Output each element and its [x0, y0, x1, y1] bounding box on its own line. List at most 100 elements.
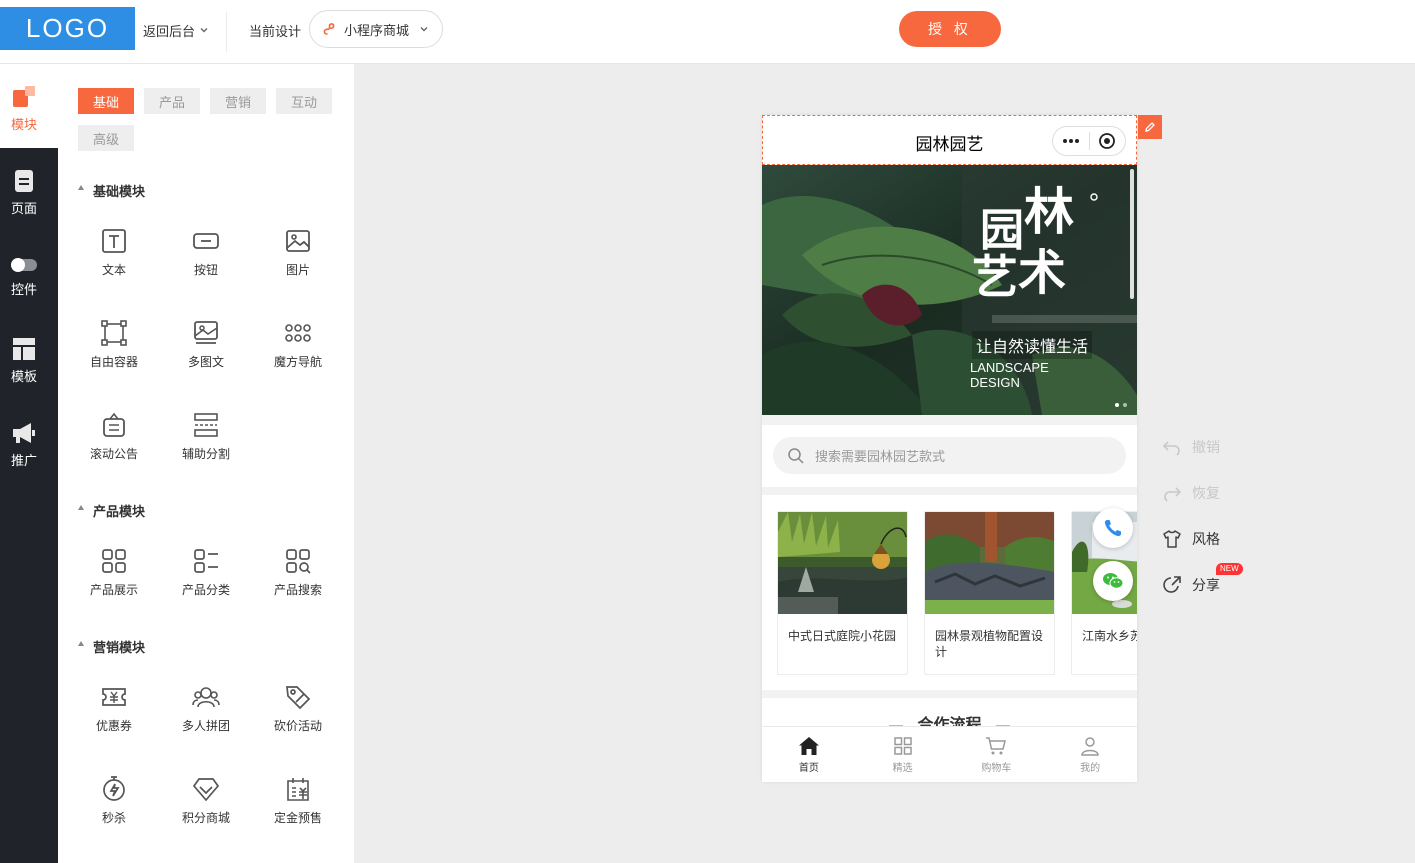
- cube-nav-icon: [285, 324, 311, 342]
- free-container-icon: [101, 320, 127, 346]
- product-search-icon: [286, 549, 311, 574]
- carousel-dot[interactable]: [1115, 403, 1119, 407]
- module-points-mall[interactable]: 积分商城: [169, 775, 243, 845]
- nav-item-page[interactable]: 页面: [0, 160, 48, 226]
- nav-item-promotion[interactable]: 推广: [0, 412, 48, 478]
- tab-mine[interactable]: 我的: [1043, 727, 1137, 782]
- design-select-value: 小程序商城: [344, 23, 410, 39]
- tab-interaction[interactable]: 互动: [276, 88, 332, 114]
- banner-scrollbar[interactable]: [1130, 169, 1134, 299]
- tab-label: 首页: [798, 762, 819, 774]
- module-image[interactable]: 图片: [261, 227, 335, 297]
- bargain-tag-icon: [286, 686, 311, 710]
- nav-item-template[interactable]: 模板: [0, 328, 48, 394]
- module-label: 砍价活动: [273, 719, 322, 733]
- carousel-dots[interactable]: [1115, 403, 1127, 407]
- cart-icon: [986, 736, 1007, 754]
- section-title-product[interactable]: 产品模块: [78, 501, 145, 520]
- tshirt-icon: [1163, 530, 1181, 548]
- module-label: 文本: [101, 263, 126, 277]
- module-label: 产品分类: [181, 583, 230, 597]
- module-free-container[interactable]: 自由容器: [77, 319, 151, 389]
- close-target-icon[interactable]: [1090, 127, 1126, 155]
- section-title-basic[interactable]: 基础模块: [78, 181, 145, 200]
- module-divider[interactable]: 辅助分割: [169, 411, 243, 481]
- undo-label: 撤销: [1192, 440, 1220, 456]
- search-input[interactable]: 搜索需要园林园艺款式: [773, 437, 1126, 474]
- module-label: 按钮: [193, 263, 218, 277]
- nav-item-control[interactable]: 控件: [0, 244, 48, 310]
- banner-carousel[interactable]: 园 林 艺 术 让自然读懂生活 LANDSCAPE DESIGN: [762, 165, 1137, 415]
- tab-marketing[interactable]: 营销: [210, 88, 266, 114]
- design-select[interactable]: 小程序商城: [309, 10, 443, 48]
- diamond-icon: [192, 778, 220, 802]
- tab-cart[interactable]: 购物车: [950, 727, 1044, 782]
- module-group-buy[interactable]: 多人拼团: [169, 683, 243, 753]
- carousel-dot[interactable]: [1123, 403, 1127, 407]
- module-icon: [13, 86, 35, 107]
- tab-label: 我的: [1080, 762, 1101, 774]
- module-label: 自由容器: [89, 355, 138, 369]
- module-scroll-notice[interactable]: 滚动公告: [77, 411, 151, 481]
- module-label: 多图文: [187, 355, 224, 369]
- product-card[interactable]: 园林景观植物配置设计: [924, 511, 1055, 675]
- wechat-button[interactable]: [1093, 561, 1133, 601]
- module-label: 滚动公告: [89, 447, 138, 461]
- tab-product[interactable]: 产品: [144, 88, 200, 114]
- divider-icon: [194, 413, 218, 437]
- authorize-button[interactable]: 授 权: [899, 11, 1001, 47]
- mini-program-icon: [323, 23, 335, 35]
- module-product-category[interactable]: 产品分类: [169, 547, 243, 617]
- page-icon: [15, 170, 33, 192]
- tab-featured[interactable]: 精选: [856, 727, 950, 782]
- more-icon[interactable]: [1053, 127, 1089, 155]
- module-cube-nav[interactable]: 魔方导航: [261, 319, 335, 389]
- module-product-search[interactable]: 产品搜索: [261, 547, 335, 617]
- module-label: 产品搜索: [273, 583, 322, 597]
- back-to-admin-dropdown[interactable]: 返回后台: [143, 20, 209, 40]
- product-card[interactable]: 中式日式庭院小花园: [777, 511, 908, 675]
- phone-call-button[interactable]: [1093, 508, 1133, 548]
- section-title-text: 营销模块: [93, 641, 146, 656]
- share-button[interactable]: 分享: [1162, 573, 1220, 597]
- module-deposit-presale[interactable]: 定金预售: [261, 775, 335, 845]
- tab-basic[interactable]: 基础: [78, 88, 134, 114]
- edit-header-button[interactable]: [1138, 115, 1162, 139]
- grid-icon: [893, 736, 912, 755]
- module-multi-image-text[interactable]: 多图文: [169, 319, 243, 389]
- chevron-down-icon: [420, 27, 428, 32]
- module-label: 积分商城: [181, 811, 230, 825]
- module-coupon[interactable]: 优惠券: [77, 683, 151, 753]
- nav-label: 控件: [10, 283, 37, 298]
- share-icon: [1163, 576, 1181, 593]
- module-bargain[interactable]: 砍价活动: [261, 683, 335, 753]
- new-badge: NEW: [1216, 563, 1243, 575]
- redo-button[interactable]: 恢复: [1162, 481, 1220, 505]
- nav-item-module[interactable]: 模块: [0, 76, 48, 142]
- phone-header[interactable]: 园林园艺: [762, 115, 1137, 165]
- banner-english-line: DESIGN: [970, 375, 1020, 390]
- back-label: 返回后台: [143, 24, 196, 40]
- module-label: 辅助分割: [181, 447, 230, 461]
- collapse-arrow-icon: [78, 505, 84, 510]
- module-flash-sale[interactable]: 秒杀: [77, 775, 151, 845]
- spacer: [762, 415, 1137, 425]
- svg-text:术: 术: [1018, 245, 1066, 301]
- module-label: 优惠券: [95, 719, 132, 733]
- section-title-text: 产品模块: [93, 505, 146, 520]
- section-title-marketing[interactable]: 营销模块: [78, 637, 145, 656]
- tab-home[interactable]: 首页: [762, 727, 856, 782]
- phone-preview: 园林园艺 园 林 艺 术 让自然读懂生活 LANDSCAPE DESIGN 搜索…: [762, 115, 1137, 782]
- tab-advanced[interactable]: 高级: [78, 125, 134, 151]
- mini-program-capsule[interactable]: [1052, 126, 1126, 156]
- module-text[interactable]: 文本: [77, 227, 151, 297]
- top-header: LOGO 返回后台 当前设计 小程序商城 授 权: [0, 0, 1415, 64]
- current-design-label: 当前设计: [249, 25, 302, 40]
- module-button[interactable]: 按钮: [169, 227, 243, 297]
- module-label: 产品展示: [89, 583, 138, 597]
- style-button[interactable]: 风格: [1162, 527, 1220, 551]
- undo-button[interactable]: 撤销: [1162, 435, 1220, 459]
- module-product-display[interactable]: 产品展示: [77, 547, 151, 617]
- section-title-text: 基础模块: [93, 185, 146, 200]
- svg-text:艺: 艺: [972, 250, 1018, 304]
